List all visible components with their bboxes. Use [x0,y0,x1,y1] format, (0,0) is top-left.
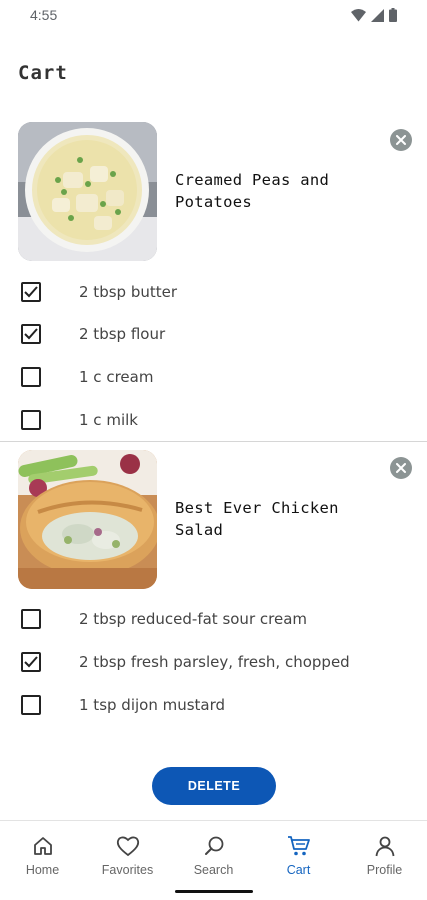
person-icon [372,833,398,859]
nav-item-profile[interactable]: Profile [342,833,427,877]
ingredient-checkbox[interactable] [21,652,41,672]
search-icon [201,833,227,859]
divider [0,441,427,442]
ingredient-checkbox[interactable] [21,410,41,430]
close-icon [396,463,406,473]
home-icon [30,833,56,859]
ingredient-item: 2 tbsp reduced-fat sour cream [0,604,427,634]
heart-icon [115,833,141,859]
cart-icon [286,833,312,859]
checkmark-icon [24,328,38,340]
home-indicator [175,890,253,893]
ingredient-item: 2 tbsp fresh parsley, fresh, chopped [0,647,427,677]
ingredient-label: 2 tbsp reduced-fat sour cream [79,610,307,628]
checkmark-icon [24,656,38,668]
recipe-title: Creamed Peas and Potatoes [175,171,330,211]
recipe-image [18,450,157,589]
ingredient-item: 1 c cream [0,362,427,392]
ingredient-label: 2 tbsp butter [79,283,178,301]
signal-icon [371,8,384,22]
nav-label: Cart [286,863,311,877]
page-title: Cart [18,62,68,84]
ingredient-checkbox[interactable] [21,609,41,629]
ingredient-item: 1 tsp dijon mustard [0,690,427,720]
recipe-title: Best Ever Chicken Salad [175,499,339,539]
ingredient-label: 2 tbsp fresh parsley, fresh, chopped [79,653,350,671]
nav-item-search[interactable]: Search [171,833,256,877]
nav-item-favorites[interactable]: Favorites [85,833,170,877]
remove-recipe-button[interactable] [390,457,412,479]
ingredient-checkbox[interactable] [21,282,41,302]
ingredient-item: 1 c milk [0,405,427,435]
wifi-icon [351,8,366,21]
battery-icon [389,8,397,22]
ingredient-label: 1 tsp dijon mustard [79,696,226,714]
status-time: 4:55 [30,7,58,23]
ingredient-label: 1 c milk [79,411,138,429]
nav-item-cart[interactable]: Cart [256,833,341,877]
remove-recipe-button[interactable] [390,129,412,151]
delete-button[interactable]: DELETE [152,767,276,805]
nav-item-home[interactable]: Home [0,833,85,877]
nav-label: Profile [366,863,403,877]
ingredient-checkbox[interactable] [21,367,41,387]
recipe-image [18,122,157,261]
checkmark-icon [24,286,38,298]
nav-label: Favorites [101,863,154,877]
ingredient-checkbox[interactable] [21,695,41,715]
ingredient-item: 2 tbsp flour [0,319,427,349]
ingredient-label: 2 tbsp flour [79,325,166,343]
ingredient-label: 1 c cream [79,368,154,386]
nav-label: Home [25,863,60,877]
close-icon [396,135,406,145]
status-icons [351,8,397,22]
ingredient-checkbox[interactable] [21,324,41,344]
bottom-nav: Home Favorites Search Cart Profile [0,820,427,900]
status-bar: 4:55 [0,0,427,32]
ingredient-item: 2 tbsp butter [0,277,427,307]
nav-label: Search [193,863,234,877]
